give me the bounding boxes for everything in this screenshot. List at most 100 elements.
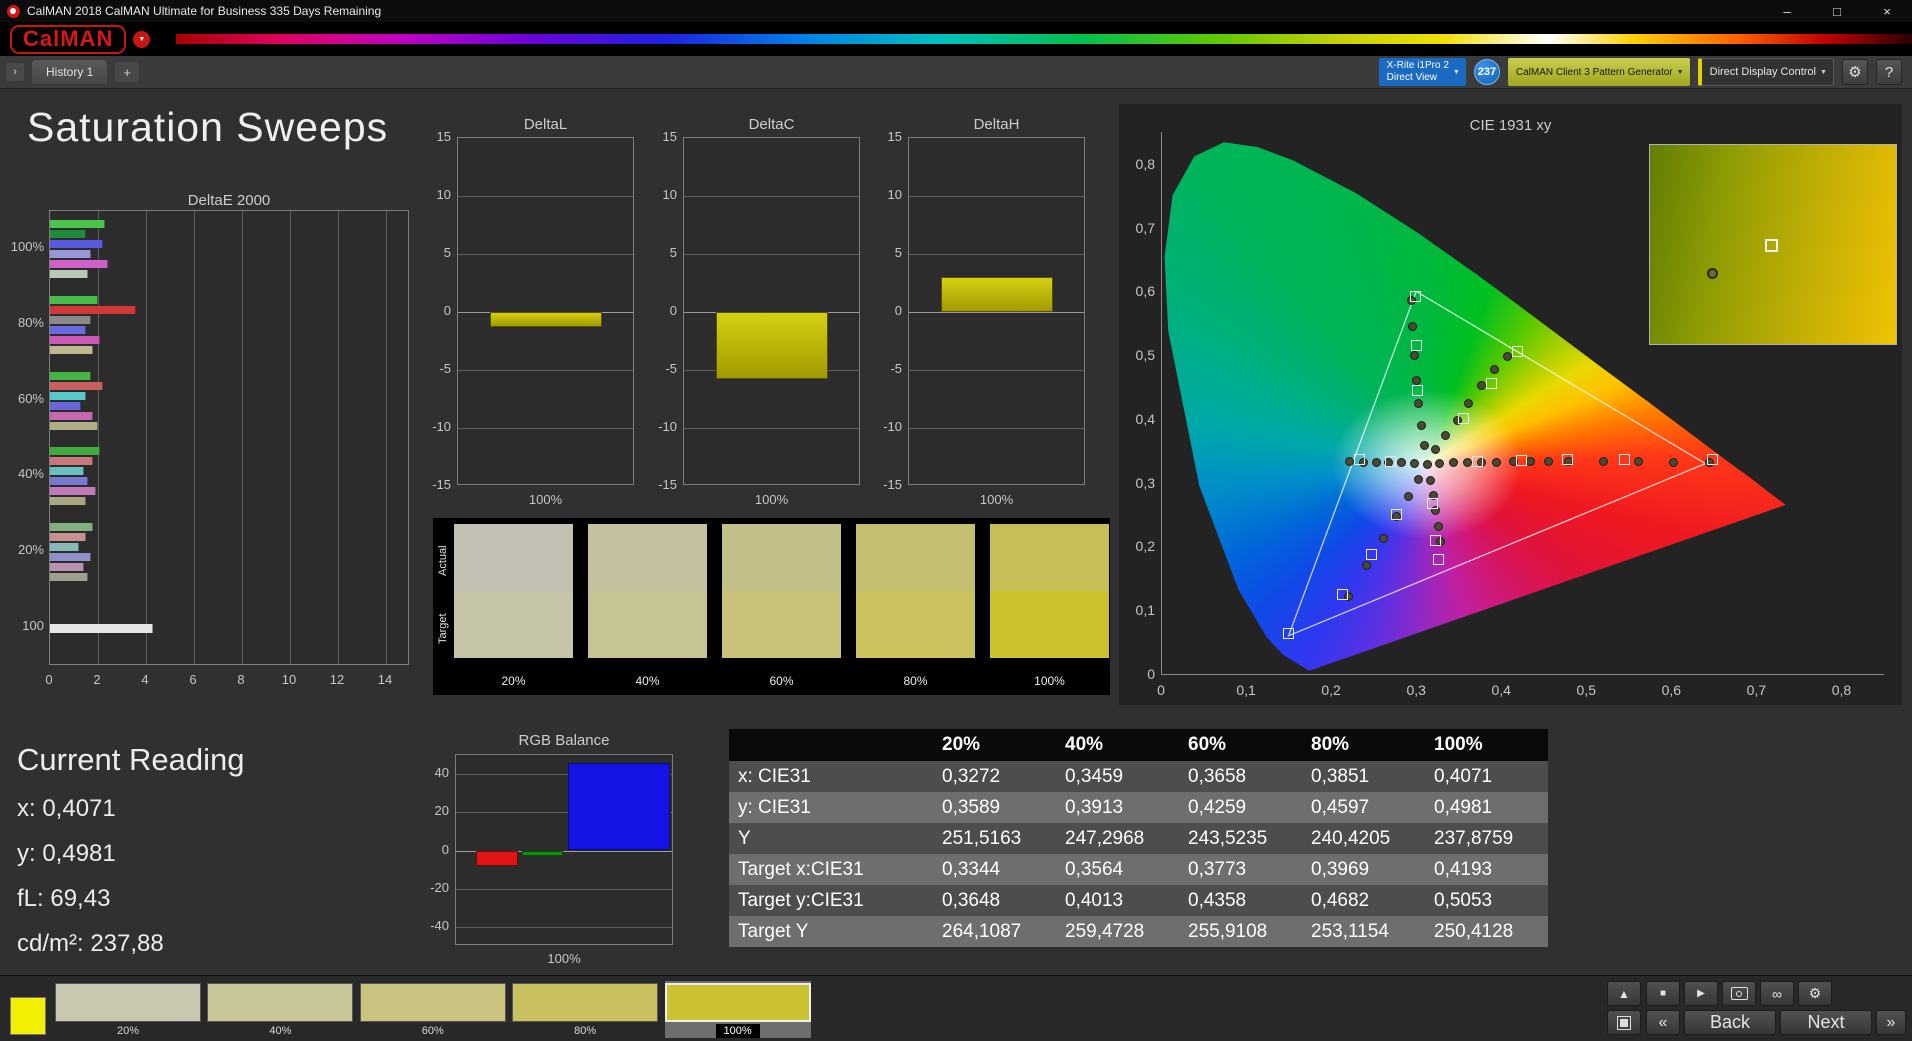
pattern-generator-dropdown[interactable]: CalMAN Client 3 Pattern Generator ▼ bbox=[1507, 58, 1690, 86]
target-point bbox=[1511, 346, 1523, 358]
back-button[interactable]: Back bbox=[1684, 1010, 1776, 1035]
tab-history-1[interactable]: History 1 bbox=[32, 60, 108, 84]
pattern-label-text: 100% bbox=[715, 1024, 760, 1038]
grid-line bbox=[98, 211, 99, 664]
table-cell: 237,8759 bbox=[1425, 823, 1548, 854]
close-button[interactable]: × bbox=[1862, 0, 1912, 22]
pattern-level-100%[interactable]: 100% bbox=[664, 981, 811, 1038]
pattern-generator-label: CalMAN Client 3 Pattern Generator bbox=[1515, 66, 1673, 78]
display-control-dropdown[interactable]: Direct Display Control ▼ bbox=[1697, 58, 1834, 86]
target-swatch-half bbox=[722, 591, 841, 658]
settings-gear-icon[interactable]: ⚙ bbox=[1798, 981, 1832, 1006]
collapse-panel-icon[interactable]: › bbox=[6, 63, 24, 81]
grid-line bbox=[684, 254, 859, 255]
x-tick-label: 0,8 bbox=[1831, 682, 1852, 698]
deltae-bar bbox=[50, 477, 89, 486]
measured-point bbox=[1502, 351, 1512, 361]
measured-point bbox=[1598, 456, 1608, 466]
meter-line1: X-Rite i1Pro 2 bbox=[1386, 60, 1449, 71]
grid-line bbox=[456, 926, 672, 928]
pattern-swatch bbox=[664, 983, 811, 1022]
pattern-label: 100% bbox=[665, 1024, 811, 1038]
table-cell: 247,2968 bbox=[1056, 823, 1179, 854]
next-chevron-icon[interactable]: » bbox=[1876, 1010, 1906, 1035]
deltae-bar bbox=[50, 553, 91, 562]
cie-zoom-inset bbox=[1649, 144, 1897, 345]
deltae-bar bbox=[50, 371, 91, 380]
table-cell: 251,5163 bbox=[933, 823, 1056, 854]
deltae-bar bbox=[50, 305, 137, 314]
deltae-bar bbox=[50, 269, 89, 278]
luminance-badge: 237 bbox=[1473, 59, 1500, 85]
y-tick-label: -5 bbox=[890, 361, 902, 376]
deltaL-chart bbox=[457, 137, 634, 485]
table-cell: 0,4013 bbox=[1056, 885, 1179, 916]
table-cell: 259,4728 bbox=[1056, 916, 1179, 947]
deltae-bar bbox=[50, 497, 86, 506]
frame-icon[interactable] bbox=[1607, 1010, 1641, 1035]
x-tick-label: 8 bbox=[237, 672, 245, 687]
y-tick-label: -10 bbox=[883, 419, 902, 434]
y-tick-label: -5 bbox=[439, 361, 451, 376]
deltae-bar bbox=[50, 523, 94, 532]
camera-icon[interactable] bbox=[1722, 981, 1756, 1006]
logo-menu-caret-icon[interactable]: ▼ bbox=[133, 30, 151, 48]
table-cell: 0,3564 bbox=[1056, 854, 1179, 885]
pattern-level-40%[interactable]: 40% bbox=[207, 981, 354, 1038]
grid-line bbox=[909, 254, 1084, 255]
grid-line bbox=[458, 428, 633, 429]
target-point bbox=[1619, 454, 1631, 466]
target-point bbox=[1409, 291, 1421, 302]
add-tab-button[interactable]: + bbox=[115, 62, 140, 82]
eject-icon[interactable]: ▲ bbox=[1607, 981, 1641, 1006]
pattern-label: 40% bbox=[207, 1025, 353, 1037]
deltae-bar bbox=[50, 219, 106, 228]
target-point bbox=[1706, 454, 1718, 466]
target-swatch-half bbox=[990, 591, 1109, 658]
infinity-icon[interactable]: ∞ bbox=[1760, 981, 1794, 1006]
toolbar: › History 1 + X-Rite i1Pro 2 Direct View… bbox=[0, 56, 1912, 89]
meter-dropdown[interactable]: X-Rite i1Pro 2 Direct View ▼ bbox=[1378, 58, 1466, 86]
pattern-level-60%[interactable]: 60% bbox=[359, 981, 506, 1038]
table-row-label: Target Y bbox=[729, 916, 933, 947]
y-tick-label: 60% bbox=[17, 390, 44, 406]
deltae-bar bbox=[50, 563, 84, 572]
help-icon[interactable]: ? bbox=[1876, 59, 1902, 85]
y-tick-label: 40% bbox=[17, 466, 44, 482]
pattern-level-20%[interactable]: 20% bbox=[55, 981, 201, 1038]
swatch-label: 20% bbox=[501, 674, 526, 688]
x-tick-label: 0 bbox=[1157, 682, 1165, 698]
play-icon[interactable]: ▶ bbox=[1684, 981, 1718, 1006]
reading-value: y: 0,4981 bbox=[17, 840, 116, 867]
deltae-bar bbox=[50, 573, 89, 582]
actual-target-swatch-strip: Actual Target 20% 40% 60% 80% 100% bbox=[433, 518, 1110, 695]
maximize-button[interactable]: □ bbox=[1812, 0, 1862, 22]
measured-point bbox=[1409, 459, 1419, 469]
target-point bbox=[1426, 497, 1438, 509]
y-tick-label: 15 bbox=[662, 129, 677, 144]
inset-measured-point bbox=[1706, 268, 1718, 280]
back-chevron-icon[interactable]: « bbox=[1646, 1010, 1680, 1035]
gear-icon[interactable]: ⚙ bbox=[1842, 59, 1868, 85]
measured-point bbox=[1416, 420, 1426, 430]
x-tick-label: 0,2 bbox=[1321, 682, 1341, 698]
x-tick-label: 0 bbox=[45, 672, 53, 687]
camera-glyph bbox=[1730, 987, 1748, 1000]
swatch-label: 80% bbox=[903, 674, 928, 688]
table-cell: 0,3913 bbox=[1056, 792, 1179, 823]
table-cell: 0,4193 bbox=[1425, 854, 1548, 885]
next-button[interactable]: Next bbox=[1780, 1010, 1872, 1035]
table-header-cell: 20% bbox=[933, 729, 1056, 761]
minimize-button[interactable]: – bbox=[1762, 0, 1812, 22]
stop-icon[interactable]: ■ bbox=[1646, 981, 1680, 1006]
table-cell: 0,4597 bbox=[1302, 792, 1425, 823]
y-tick-label: 15 bbox=[436, 129, 451, 144]
pattern-level-80%[interactable]: 80% bbox=[512, 981, 659, 1038]
measured-point bbox=[1489, 364, 1499, 374]
deltaC-xlabel: 100% bbox=[754, 492, 789, 507]
target-point bbox=[1353, 454, 1365, 466]
actual-swatch-half bbox=[856, 524, 975, 591]
deltae-bar bbox=[50, 411, 94, 420]
target-point bbox=[1336, 589, 1348, 601]
reading-value: cd/m²: 237,88 bbox=[17, 930, 164, 957]
